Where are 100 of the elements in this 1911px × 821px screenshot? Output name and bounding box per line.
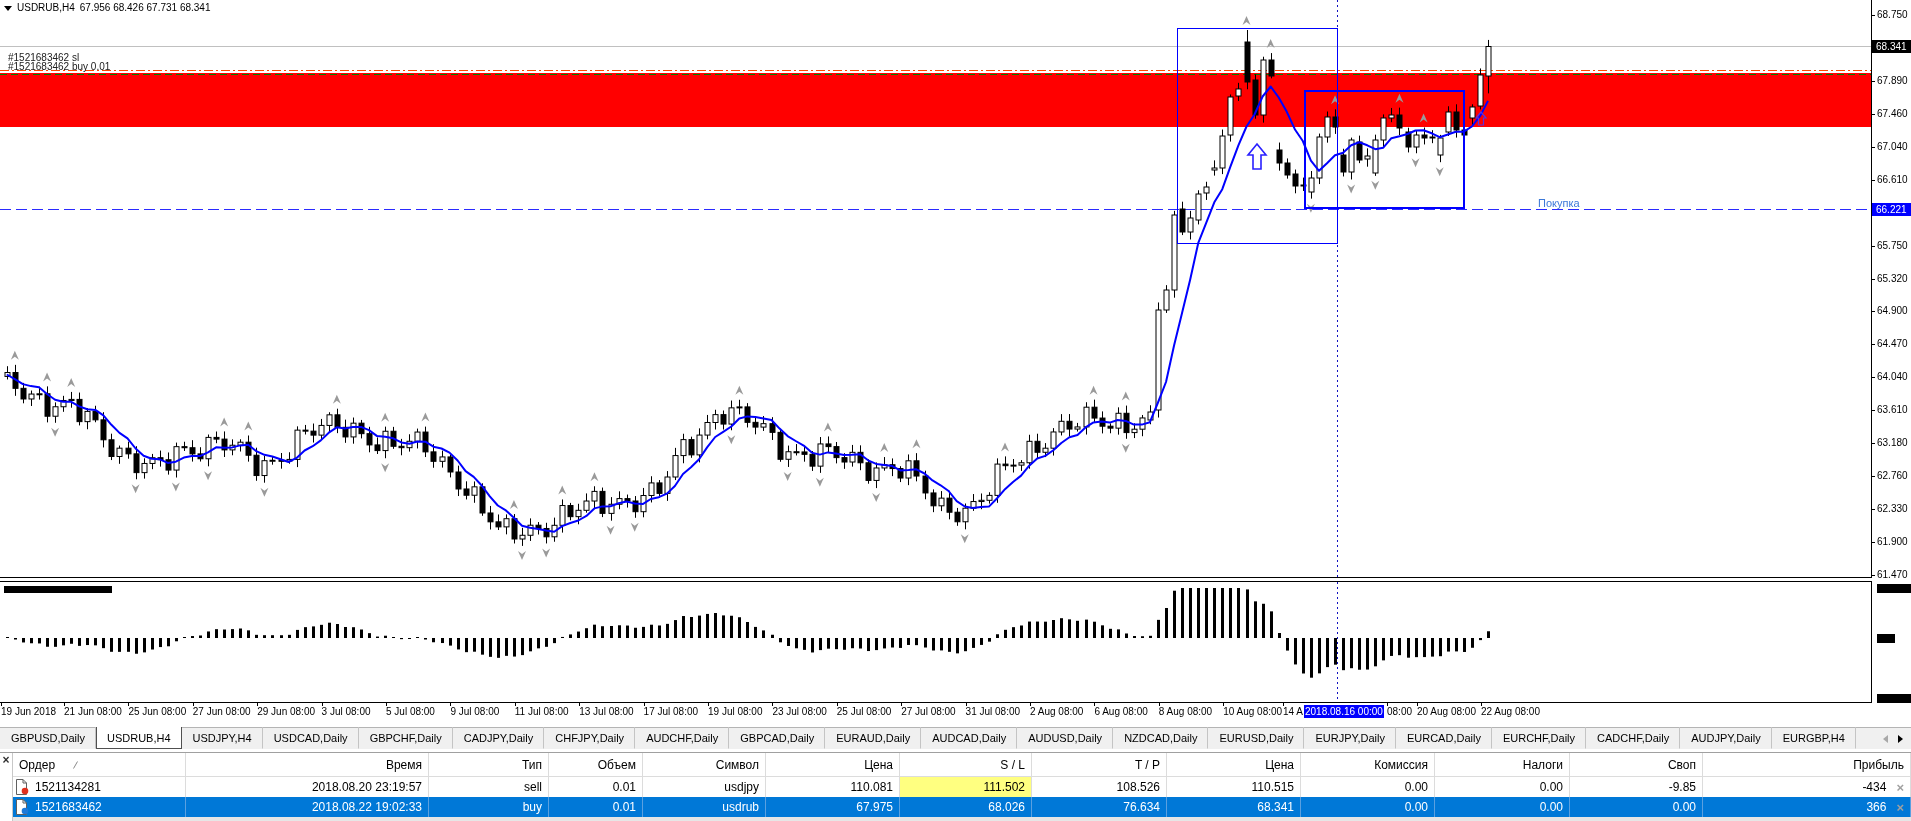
axis-value-tag [1877, 584, 1911, 593]
chart-tab[interactable]: EURCAD,Daily [1395, 727, 1492, 749]
column-header[interactable]: Цена [1265, 757, 1294, 772]
price-axis-label: 61.900 [1872, 536, 1908, 549]
table-cell: 0.00 [1301, 797, 1435, 817]
table-cell: 0.01 [549, 797, 643, 817]
time-axis-label: 21 Jun 08:00 [64, 703, 122, 718]
chart-tab[interactable]: GBPCHF,Daily [358, 727, 453, 749]
time-axis-label: 25 Jun 08:00 [128, 703, 187, 718]
cursor-time-tag: 2018.08.16 00:00 [1304, 705, 1384, 718]
price-axis-label: 64.470 [1872, 338, 1908, 351]
table-cell: 2018.08.22 19:02:33 [186, 797, 429, 817]
right-triangle-icon[interactable] [1898, 734, 1903, 743]
time-axis-label: 14 A [1283, 703, 1304, 718]
time-axis-label: 9 Jul 08:00 [450, 703, 500, 718]
time-axis-label: 31 Jul 08:00 [965, 703, 1021, 718]
chart-tab[interactable]: AUDUSD,Daily [1017, 727, 1114, 749]
price-axis-label: 67.460 [1872, 107, 1908, 120]
up-arrow-icon [1246, 142, 1268, 170]
table-cell: 1521683462 [35, 800, 102, 814]
column-header[interactable]: S / L [1000, 757, 1025, 772]
price-axis-label: 68.750 [1872, 9, 1908, 21]
price-axis-label: 64.040 [1872, 371, 1908, 384]
column-header[interactable]: Тип [522, 757, 542, 772]
chart-tab[interactable]: AUDCAD,Daily [921, 727, 1018, 749]
chart-tab[interactable]: CHFJPY,Daily [544, 727, 636, 749]
table-cell: usdrub [643, 797, 766, 817]
time-axis-label: 19 Jul 08:00 [708, 703, 763, 718]
time-axis-label: 20 Aug 08:00 [1417, 703, 1476, 718]
axis-value-tag [1877, 634, 1895, 643]
column-header[interactable]: Цена [864, 757, 893, 772]
chart-tab[interactable]: NZDCAD,Daily [1113, 727, 1209, 749]
table-cell: 0.00 [1570, 797, 1703, 817]
price-axis-label: 66.610 [1872, 173, 1908, 186]
chart-tab[interactable]: EURUSD,Daily [1208, 727, 1305, 749]
order-row[interactable]: 1521683462 2018.08.22 19:02:33 buy 0.01 usdrub 67.975 68.026 76.634 68.341 0.00 0.00 0.00 366 × [13, 797, 1911, 817]
time-axis-label: 27 Jul 08:00 [901, 703, 956, 718]
time-axis-label: 13 Jul 08:00 [579, 703, 634, 718]
chart-tab[interactable]: CADJPY,Daily [452, 727, 545, 749]
price-axis-label: 62.760 [1872, 470, 1908, 483]
chart-tab[interactable]: GBPCAD,Daily [729, 727, 826, 749]
time-axis-label: 22 Aug 08:00 [1481, 703, 1540, 718]
time-axis-label: 23 Jul 08:00 [772, 703, 827, 718]
order-row[interactable]: 1521134281 2018.08.20 23:19:57 sell 0.01 usdjpy 110.081 111.502 108.526 110.515 0.00 0.00 -9.85 -434 × [13, 777, 1911, 797]
time-axis-label: 19 Jun 2018 [1, 703, 57, 718]
chart-tab[interactable]: CADCHF,Daily [1586, 727, 1681, 749]
price-axis-label: 65.750 [1872, 239, 1908, 252]
chart-tab[interactable]: USDCAD,Daily [262, 727, 359, 749]
price-axis-label: 67.890 [1872, 74, 1908, 87]
table-cell: 111.502 [900, 777, 1032, 797]
column-header[interactable]: Символ [715, 757, 759, 772]
chart-tab[interactable]: EURAUD,Daily [825, 727, 922, 749]
close-button[interactable]: × [2, 755, 10, 765]
table-cell: 366 [1866, 800, 1887, 814]
column-header[interactable]: Время [385, 757, 422, 772]
price-axis-label: 63.610 [1872, 404, 1908, 417]
table-cell: 76.634 [1032, 797, 1167, 817]
time-axis-label: 2 Aug 08:00 [1030, 703, 1084, 718]
time-axis-label: 08:00 [1387, 703, 1413, 718]
column-header[interactable]: Комиссия [1374, 757, 1428, 772]
caret-icon[interactable] [4, 5, 12, 11]
column-header[interactable]: Объем [597, 757, 636, 772]
ohlc-values: 67.956 68.426 67.731 68.341 [79, 2, 211, 14]
table-cell: 68.026 [900, 797, 1032, 817]
chart-tab[interactable]: USDRUB,H4 [95, 727, 182, 749]
chart-tab[interactable]: EURJPY,Daily [1304, 727, 1396, 749]
time-axis-label: 3 Jul 08:00 [321, 703, 371, 718]
table-cell: 67.975 [766, 797, 900, 817]
time-axis-label: 6 Aug 08:00 [1094, 703, 1148, 718]
time-axis-label: 11 Jul 08:00 [514, 703, 569, 718]
price-axis-label: 64.900 [1872, 305, 1908, 318]
column-header[interactable]: T / P [1134, 757, 1160, 772]
level-price-tag: 66.221 [1872, 203, 1911, 216]
chart-tab[interactable]: GBPUSD,Daily [0, 727, 96, 749]
chart-tab[interactable]: AUDCHF,Daily [635, 727, 730, 749]
time-axis-label: 29 Jun 08:00 [257, 703, 315, 718]
order-label: #1521683462 buy 0.01 [8, 62, 111, 72]
price-axis-label: 62.330 [1872, 503, 1908, 516]
column-header[interactable]: Налоги [1522, 757, 1563, 772]
order-label: #1521683462 sl [8, 53, 80, 63]
chart-tab[interactable]: EURCHF,Daily [1491, 727, 1587, 749]
column-header[interactable]: Прибыль [1853, 757, 1904, 772]
table-cell: 1521134281 [35, 780, 101, 794]
time-axis-label: 5 Jul 08:00 [386, 703, 435, 718]
up-arrow-icon [1474, 111, 1488, 126]
bid-price-tag: 68.341 [1872, 40, 1911, 53]
table-cell: buy [429, 797, 549, 817]
chart-tab[interactable]: USDJPY,H4 [181, 727, 263, 749]
sort-icon [73, 760, 79, 769]
chart-tab[interactable]: AUDJPY,Daily [1680, 727, 1772, 749]
table-cell: -434 [1862, 780, 1887, 794]
price-axis-label: 61.470 [1872, 569, 1908, 581]
time-axis-label: 17 Jul 08:00 [643, 703, 699, 718]
chart-tab[interactable]: EURGBP,H4 [1771, 727, 1856, 749]
price-axis-label: 65.320 [1872, 272, 1908, 285]
column-header[interactable]: Своп [1667, 757, 1696, 772]
chart-symbol: USDRUB,H4 [17, 2, 75, 14]
time-axis-label: 10 Aug 08:00 [1223, 703, 1283, 718]
price-axis-label: 67.040 [1872, 140, 1908, 153]
column-header[interactable]: Ордер [19, 757, 56, 772]
